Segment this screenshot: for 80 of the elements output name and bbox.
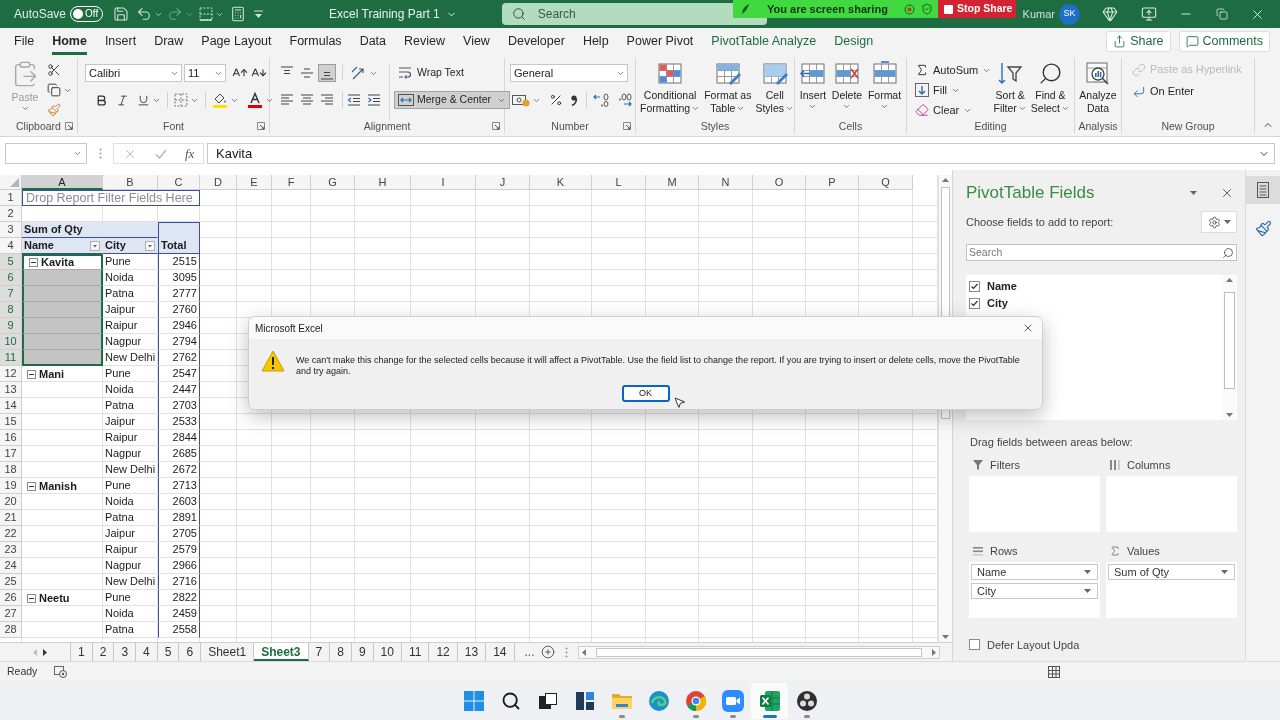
group-label: New Group [1160,120,1216,132]
city-cell-text: New Delhi [104,462,157,477]
user-name: Kumar [1022,6,1055,22]
area-label: Filters [990,457,1020,473]
city-cell-text: Patna [104,510,135,525]
screen-share-message: You are screen sharing [767,1,888,17]
city-cell-text: Raipur [104,318,139,333]
total-cell: 2603 [158,494,200,510]
value-field-label: Sum of Qty [22,222,158,238]
autosave-label: AutoSave [14,6,67,23]
total-cell: 2459 [158,606,200,622]
total-cell: 2447 [158,382,200,398]
total-cell: 2515 [158,254,200,270]
area-label: Rows [990,543,1018,559]
row-label: Neetu [39,590,70,606]
total-cell: 2685 [158,446,200,462]
total-cell: 2579 [158,542,200,558]
city-cell-text: Noida [104,382,135,397]
city-cell-text: Noida [104,270,135,285]
total-cell: 2716 [158,574,200,590]
city-cell-text: New Delhi [104,574,157,589]
row-label: Manish [39,478,77,494]
pane-subtitle: Choose fields to add to report: [966,214,1114,230]
total-cell: 2672 [158,462,200,478]
group-label: Number [550,120,590,132]
dialog-message: We can't make this change for the selected cells because it will affect a PivotTable. Use the field list to change the report. If you are trying to insert or delete cells, move the PivotTable and try again. [296,355,1021,377]
city-cell-text: Patna [104,398,135,413]
header-label: Name [24,238,55,253]
pane-title: PivotTable Fields [966,182,1095,205]
city-cell-text: Pune [104,478,132,493]
row-label: Mani [39,366,65,382]
area-label: Columns [1127,457,1171,473]
group-label: Font [162,120,185,132]
defer-update-label: Defer Layout Upda [987,637,1080,653]
row-label: Kavita [41,255,75,270]
city-cell-text: Jaipur [104,414,136,429]
area-label: Values [1127,543,1160,559]
filter-drop-area: Drop Report Filter Fields Here [22,190,200,206]
areas-hint: Drag fields between areas below: [970,435,1134,448]
city-cell-text: Noida [104,494,135,509]
total-cell: 2966 [158,558,200,574]
city-cell-text: Pune [104,590,132,605]
header-label: City [105,238,127,253]
city-cell-text: Pune [104,254,132,269]
group-label: Cells [837,120,864,132]
total-cell: 2703 [158,398,200,414]
city-cell-text: Nagpur [104,446,143,461]
group-label: Styles [699,120,731,132]
city-cell-text: Pune [104,366,132,381]
city-cell-text: Noida [104,606,135,621]
city-cell-text: Jaipur [104,526,136,541]
total-cell: 2713 [158,478,200,494]
city-cell-text: Nagpur [104,558,143,573]
city-cell-text: Raipur [104,542,139,557]
group-label: Clipboard [15,120,62,132]
header-cell: Total [158,238,200,254]
dialog-title: Microsoft Excel [255,321,323,336]
total-cell: 2558 [158,622,200,638]
city-cell-text: Patna [104,622,135,637]
group-label: Alignment [362,120,412,132]
total-cell: 2844 [158,430,200,446]
city-cell-text: Raipur [104,430,139,445]
total-cell: 2705 [158,526,200,542]
total-cell: 2533 [158,414,200,430]
city-cell-text: Jaipur [104,302,136,317]
total-cell: 2762 [158,350,200,366]
city-cell-text: New Delhi [104,350,157,365]
total-cell: 2760 [158,302,200,318]
total-cell: 2547 [158,366,200,382]
total-cell: 3095 [158,270,200,286]
city-cell-text: Patna [104,286,135,301]
group-label: Analysis [1078,120,1118,132]
total-cell: 2891 [158,510,200,526]
city-cell-text: Nagpur [104,334,143,349]
total-cell: 2822 [158,590,200,606]
total-cell: 2777 [158,286,200,302]
status-text: Ready [7,663,38,679]
total-cell: 2794 [158,334,200,350]
total-cell: 2946 [158,318,200,334]
group-label: Editing [973,120,1008,132]
